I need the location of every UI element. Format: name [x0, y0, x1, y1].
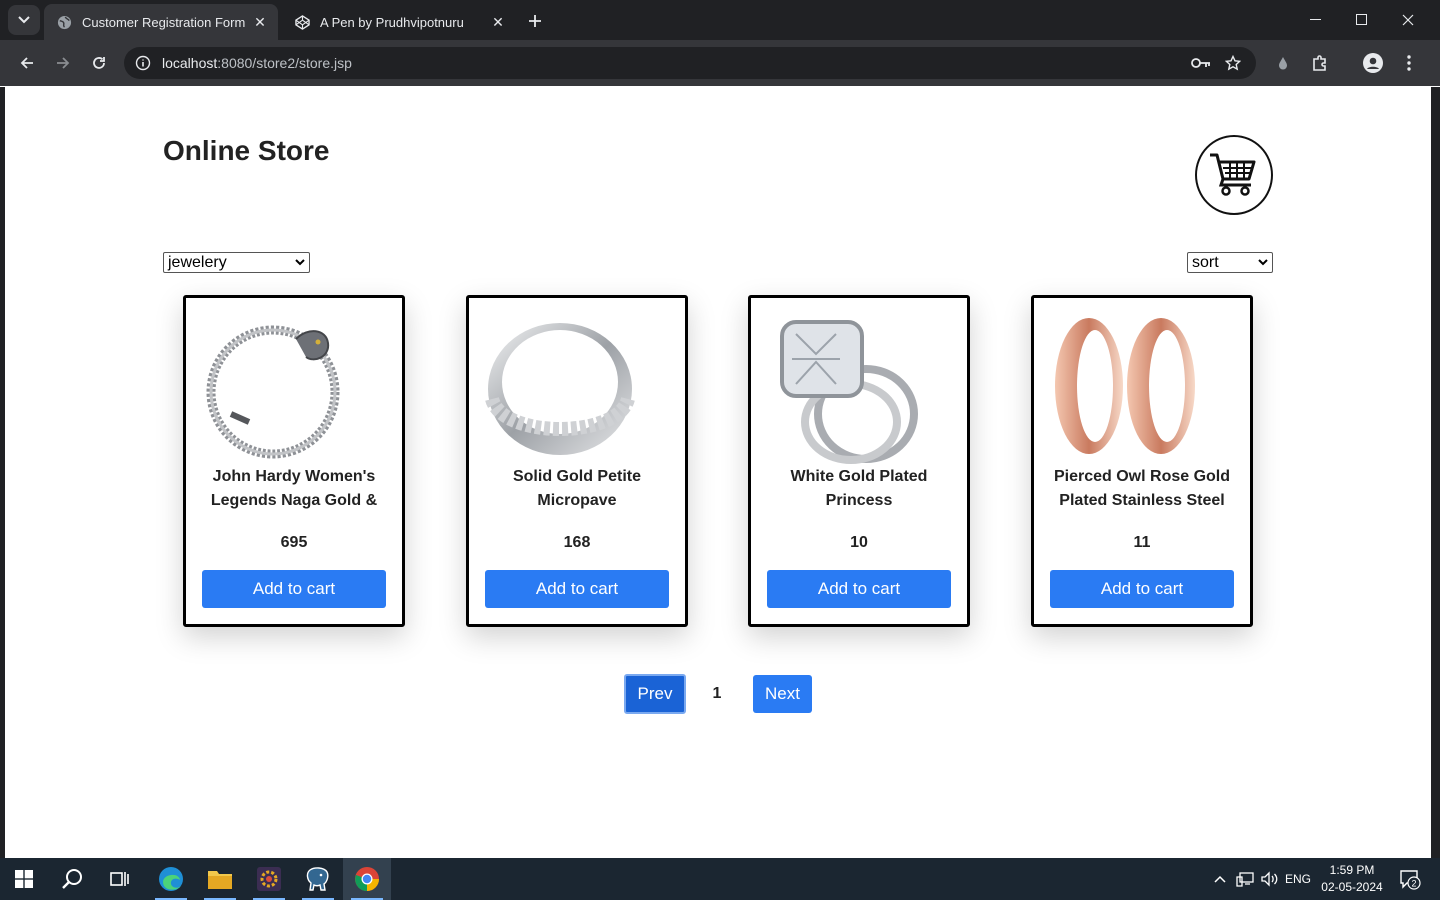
add-to-cart-button[interactable]: Add to cart: [767, 570, 951, 608]
prev-page-button[interactable]: Prev: [624, 674, 686, 714]
volume-icon[interactable]: [1258, 858, 1280, 900]
browser-toolbar: localhost:8080/store2/store.jsp: [0, 40, 1440, 86]
url-host: localhost: [162, 55, 218, 71]
tab-title: Customer Registration Form: [82, 14, 246, 30]
category-select-value: jewelery: [168, 253, 227, 271]
codepen-icon: [294, 14, 310, 30]
reload-icon[interactable]: [84, 48, 114, 78]
extension-drop-icon[interactable]: [1268, 48, 1298, 78]
network-icon[interactable]: [1234, 858, 1256, 900]
product-name: John Hardy Women's Legends Naga Gold & S…: [210, 468, 378, 509]
add-to-cart-button[interactable]: Add to cart: [202, 570, 386, 608]
file-explorer-icon[interactable]: [196, 858, 244, 900]
product-price: 695: [280, 534, 308, 551]
add-to-cart-button[interactable]: Add to cart: [1050, 570, 1234, 608]
back-arrow-icon[interactable]: [12, 48, 42, 78]
url-path: :8080/store2/store.jsp: [217, 55, 352, 71]
product-card: Solid Gold Petite Micropave 168 Add to c…: [466, 295, 688, 627]
page-title: Online Store: [163, 135, 330, 166]
product-price: 10: [850, 534, 868, 551]
page-viewport: Online Store jewelery sort John Hardy Wo…: [5, 87, 1431, 858]
app-gear-logo-icon[interactable]: [245, 858, 293, 900]
close-icon[interactable]: ✕: [488, 12, 508, 32]
windows-taskbar: ENG 1:59 PM 02-05-2024 2: [0, 858, 1440, 900]
site-info-icon[interactable]: [124, 55, 162, 71]
extensions-puzzle-icon[interactable]: [1305, 48, 1335, 78]
product-name: Solid Gold Petite Micropave: [512, 468, 641, 509]
globe-icon: [56, 14, 72, 30]
sort-select[interactable]: sort: [1187, 252, 1273, 273]
menu-kebab-icon[interactable]: [1394, 48, 1424, 78]
windows-start-icon[interactable]: [0, 858, 48, 900]
forward-arrow-icon[interactable]: [48, 48, 78, 78]
next-page-button[interactable]: Next: [753, 675, 812, 713]
search-icon[interactable]: [48, 858, 96, 900]
tab-title: A Pen by Prudhvipotnuru: [320, 14, 464, 30]
chevron-down-icon: [18, 16, 30, 24]
password-key-icon[interactable]: [1185, 47, 1217, 79]
new-tab-plus-icon[interactable]: [522, 8, 548, 34]
cart-button[interactable]: [1195, 135, 1273, 215]
notification-count: 2: [1411, 879, 1416, 889]
notification-center-icon[interactable]: 2: [1394, 858, 1426, 900]
current-page-number: 1: [712, 685, 722, 702]
product-price: 168: [563, 534, 591, 551]
sort-select-value: sort: [1192, 253, 1219, 271]
chevron-up-icon[interactable]: [1210, 858, 1230, 900]
language-indicator[interactable]: ENG: [1282, 858, 1314, 900]
chrome-browser-icon[interactable]: [343, 858, 391, 900]
clock-time: 1:59 PM: [1329, 863, 1375, 877]
product-name: White Gold Plated Princess: [790, 468, 928, 509]
product-card: Pierced Owl Rose Gold Plated Stainless S…: [1031, 295, 1253, 627]
tab-search-button[interactable]: [8, 5, 40, 35]
shopping-cart-icon: [1210, 153, 1256, 196]
product-card: John Hardy Women's Legends Naga Gold & S…: [183, 295, 405, 627]
product-image-diamond-ring: [780, 320, 918, 464]
browser-tab-bar: Customer Registration Form ✕ A Pen by Pr…: [0, 0, 1440, 40]
postgres-elephant-icon[interactable]: [294, 858, 342, 900]
window-border: [1431, 87, 1440, 858]
chevron-down-icon: [295, 259, 305, 266]
address-bar[interactable]: localhost:8080/store2/store.jsp: [124, 47, 1256, 79]
bookmark-star-icon[interactable]: [1217, 47, 1249, 79]
product-image-rose-gold-plugs: [1055, 318, 1195, 454]
minimize-icon[interactable]: [1293, 0, 1339, 40]
product-image-ring: [485, 323, 635, 455]
add-to-cart-button[interactable]: Add to cart: [485, 570, 669, 608]
system-clock[interactable]: 1:59 PM 02-05-2024: [1316, 862, 1388, 896]
task-view-icon[interactable]: [96, 858, 144, 900]
tab-customer-registration[interactable]: Customer Registration Form ✕: [44, 4, 278, 40]
close-icon[interactable]: ✕: [250, 12, 270, 32]
maximize-icon[interactable]: [1339, 0, 1385, 40]
product-name: Pierced Owl Rose Gold Plated Stainless S…: [1053, 468, 1231, 509]
product-card: White Gold Plated Princess 10 Add to car…: [748, 295, 970, 627]
product-price: 11: [1133, 534, 1151, 551]
profile-avatar-icon[interactable]: [1358, 48, 1388, 78]
chevron-down-icon: [1258, 259, 1268, 266]
edge-browser-icon[interactable]: [147, 858, 195, 900]
tab-codepen[interactable]: A Pen by Prudhvipotnuru ✕: [282, 4, 516, 40]
clock-date: 02-05-2024: [1321, 880, 1383, 894]
url-text[interactable]: localhost:8080/store2/store.jsp: [162, 55, 352, 71]
product-image-bracelet: [206, 325, 340, 459]
category-select[interactable]: jewelery: [163, 252, 310, 273]
close-window-icon[interactable]: [1385, 0, 1431, 40]
